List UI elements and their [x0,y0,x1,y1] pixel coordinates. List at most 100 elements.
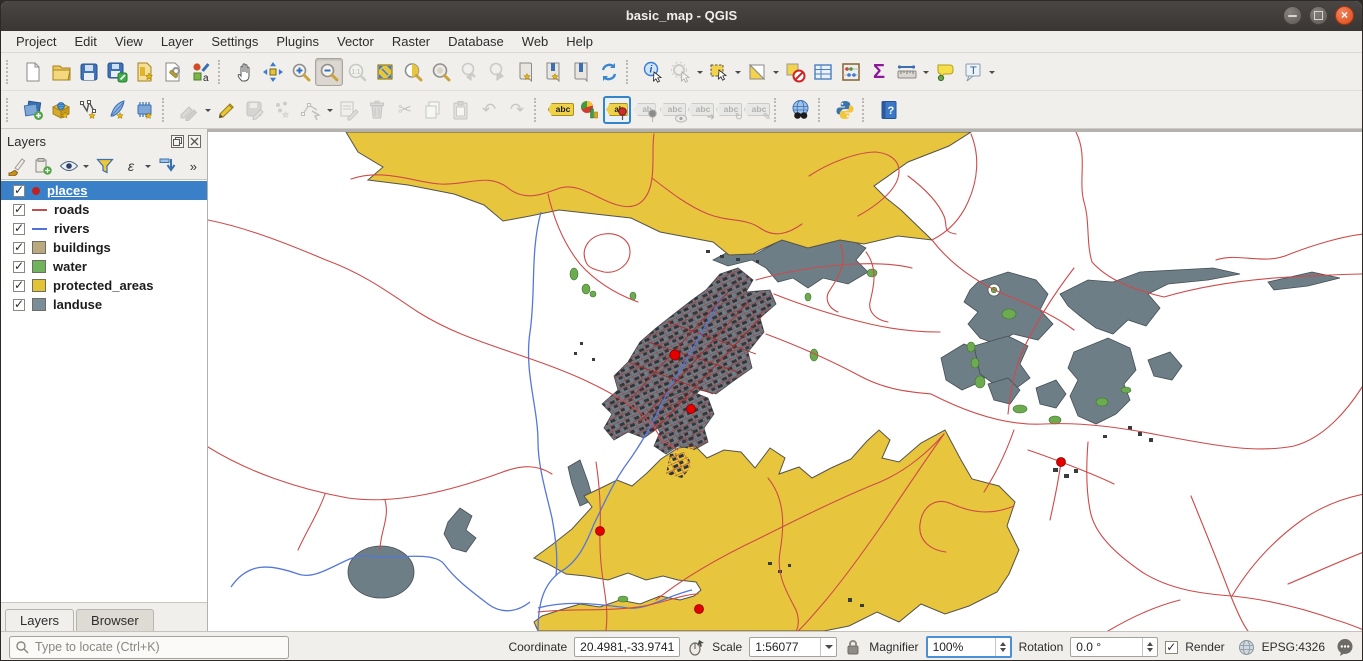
toolbar-handle[interactable] [626,60,636,84]
menu-item[interactable]: Vector [328,31,383,53]
pan-map-button[interactable] [231,58,259,86]
layer-row[interactable]: rivers [1,219,207,238]
panel-tab[interactable]: Browser [76,609,154,631]
expression-dropdown[interactable] [145,154,153,178]
toggle-extents-icon[interactable] [687,638,705,656]
lock-scale-icon[interactable] [844,638,862,656]
toolbar-handle[interactable] [6,60,16,84]
menu-item[interactable]: Help [557,31,602,53]
measure-dropdown[interactable] [921,58,931,86]
delete-selected-button[interactable] [363,96,391,124]
layer-checkbox[interactable] [13,223,25,235]
float-panel-icon[interactable] [171,135,184,148]
menu-item[interactable]: Web [513,31,558,53]
zoom-to-selection-button[interactable] [399,58,427,86]
layer-checkbox[interactable] [13,280,25,292]
layer-diagram-options-button[interactable] [575,96,603,124]
open-data-source-manager-button[interactable] [19,96,47,124]
toolbar-handle[interactable] [6,98,16,122]
menu-item[interactable]: Database [439,31,513,53]
new-print-layout-button[interactable] [131,58,159,86]
layer-row[interactable]: water [1,257,207,276]
menu-item[interactable]: Edit [65,31,105,53]
move-label-button[interactable]: abc➜ [687,96,715,124]
scale-combobox[interactable] [749,637,837,657]
select-by-value-button[interactable] [743,58,771,86]
save-project-button[interactable] [75,58,103,86]
save-project-as-button[interactable] [103,58,131,86]
filter-legend-icon[interactable] [93,154,117,178]
crs-globe-icon[interactable] [1238,639,1255,656]
themes-dropdown[interactable] [83,154,91,178]
rotation-input[interactable] [1071,640,1142,654]
toolbar-handle[interactable] [534,98,544,122]
toolbar-handle[interactable] [162,98,172,122]
run-feature-action-button[interactable] [667,58,695,86]
text-annotation-button[interactable]: T [959,58,987,86]
add-feature-button[interactable] [269,96,297,124]
zoom-to-layer-button[interactable] [427,58,455,86]
zoom-next-button[interactable] [483,58,511,86]
select-features-dropdown[interactable] [733,58,743,86]
layer-row[interactable]: protected_areas [1,276,207,295]
new-virtual-layer-button[interactable] [131,96,159,124]
zoom-last-button[interactable] [455,58,483,86]
new-geopackage-layer-button[interactable] [47,96,75,124]
refresh-button[interactable] [595,58,623,86]
layer-styling-icon[interactable] [5,154,29,178]
layer-row[interactable]: buildings [1,238,207,257]
filter-by-expression-icon[interactable]: ε [119,154,143,178]
save-layer-edits-button[interactable] [241,96,269,124]
maximize-button[interactable] [1309,6,1328,25]
field-calculator-button[interactable] [837,58,865,86]
annotation-dropdown[interactable] [987,58,997,86]
scale-input[interactable] [750,640,820,654]
rotation-spin-buttons[interactable] [1142,638,1157,656]
zoom-full-button[interactable] [371,58,399,86]
render-checkbox[interactable] [1165,641,1178,654]
current-edits-dropdown[interactable] [203,96,213,124]
close-panel-icon[interactable] [188,135,201,148]
vertex-tool-dropdown[interactable] [325,96,335,124]
toolbar-handle[interactable] [862,98,872,122]
expand-collapse-icon[interactable] [155,154,179,178]
identify-features-button[interactable]: i [639,58,667,86]
crs-status[interactable]: EPSG:4326 [1262,640,1325,654]
current-edits-button[interactable] [175,96,203,124]
layer-checkbox[interactable] [13,299,25,311]
open-attribute-table-button[interactable] [809,58,837,86]
paste-features-button[interactable] [447,96,475,124]
map-tips-button[interactable] [931,58,959,86]
menu-item[interactable]: View [106,31,152,53]
magnifier-input[interactable] [928,640,995,654]
layer-checkbox[interactable] [13,261,25,273]
style-manager-button[interactable]: a [187,58,215,86]
run-feature-action-dropdown[interactable] [695,58,705,86]
toggle-editing-button[interactable] [213,96,241,124]
add-group-icon[interactable] [31,154,55,178]
pan-to-selection-button[interactable] [259,58,287,86]
magnifier-spin-buttons[interactable] [995,638,1010,656]
select-features-button[interactable] [705,58,733,86]
new-shapefile-layer-button[interactable] [75,96,103,124]
menu-item[interactable]: Plugins [267,31,328,53]
layer-checkbox[interactable] [13,204,25,216]
show-bookmarks-button[interactable] [567,58,595,86]
python-console-button[interactable] [831,96,859,124]
metasearch-button[interactable] [787,96,815,124]
undo-button[interactable]: ↶ [475,96,503,124]
toolbar-handle[interactable] [818,98,828,122]
measure-line-button[interactable] [893,58,921,86]
layer-checkbox[interactable] [13,242,25,254]
coordinate-field[interactable] [574,637,680,657]
minimize-button[interactable] [1283,6,1302,25]
menu-item[interactable]: Raster [383,31,439,53]
coordinate-input[interactable] [575,640,679,654]
locator-input[interactable] [33,639,283,655]
change-label-button[interactable]: abc✎ [743,96,771,124]
new-project-button[interactable] [19,58,47,86]
map-canvas[interactable] [208,129,1363,631]
redo-button[interactable]: ↷ [503,96,531,124]
manage-map-themes-icon[interactable] [57,154,81,178]
help-button[interactable]: ? [875,96,903,124]
